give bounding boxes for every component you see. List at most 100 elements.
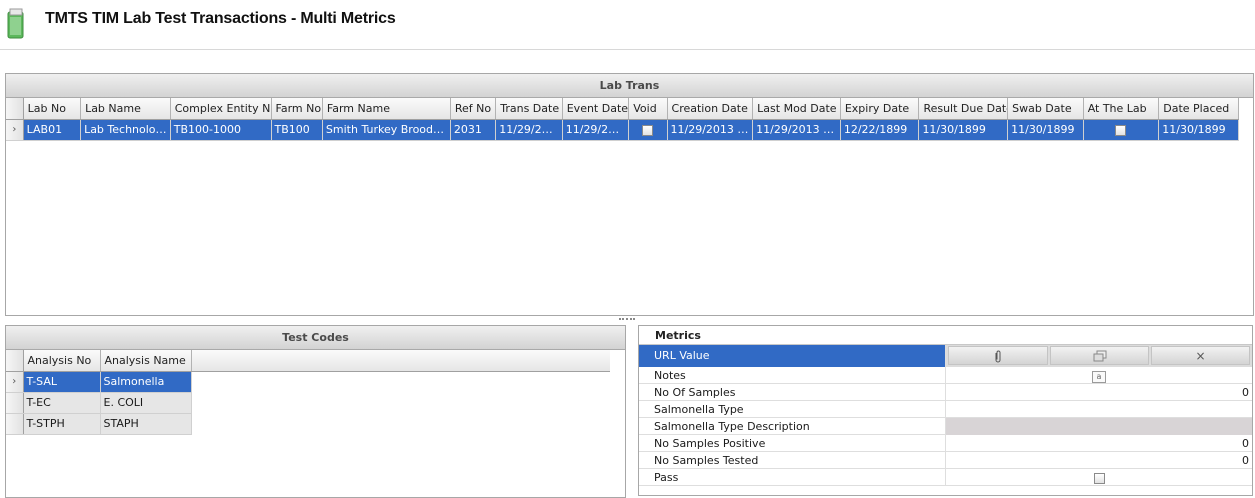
- metric-row-url-value[interactable]: URL Value ×: [639, 345, 1252, 367]
- cell-filler: [191, 392, 610, 413]
- col-date-placed[interactable]: Date Placed: [1158, 98, 1239, 120]
- no-of-samples-value[interactable]: 0: [946, 384, 1252, 401]
- cell-complex-entity-no[interactable]: TB100-1000: [170, 119, 272, 141]
- cell-ref-no[interactable]: 2031: [450, 119, 497, 141]
- col-expiry-date[interactable]: Expiry Date: [840, 98, 920, 120]
- document-icon: [7, 8, 24, 39]
- cell-analysis-name[interactable]: E. COLI: [100, 392, 192, 414]
- cell-void[interactable]: [628, 119, 668, 141]
- col-farm-no[interactable]: Farm No: [271, 98, 323, 120]
- cell-analysis-no[interactable]: T-STPH: [23, 413, 101, 435]
- metric-label: Salmonella Type: [639, 401, 946, 418]
- row-header-corner: [6, 350, 24, 372]
- col-swab-date[interactable]: Swab Date: [1007, 98, 1084, 120]
- metric-row-salmonella-type[interactable]: Salmonella Type: [639, 401, 1252, 418]
- metric-label: No Samples Tested: [639, 452, 946, 469]
- col-last-mod-date[interactable]: Last Mod Date: [752, 98, 841, 120]
- at-the-lab-checkbox[interactable]: [1115, 124, 1127, 136]
- col-ref-no[interactable]: Ref No: [450, 98, 497, 120]
- clear-icon[interactable]: ×: [1151, 346, 1250, 365]
- row-pointer-icon: ›: [12, 376, 17, 387]
- metric-label: Salmonella Type Description: [639, 418, 946, 435]
- row-indicator[interactable]: ›: [6, 371, 24, 393]
- lab-trans-header-row: Lab No Lab Name Complex Entity No Farm N…: [6, 98, 1239, 120]
- url-value-editor[interactable]: ×: [946, 345, 1252, 367]
- page-title: TMTS TIM Lab Test Transactions - Multi M…: [45, 10, 396, 27]
- col-lab-name[interactable]: Lab Name: [80, 98, 171, 120]
- col-event-date[interactable]: Event Date: [562, 98, 630, 120]
- cell-trans-date[interactable]: 11/29/2013: [495, 119, 563, 141]
- cell-lab-no[interactable]: LAB01: [23, 119, 82, 141]
- cell-filler: [191, 371, 610, 392]
- metric-label: Notes: [639, 367, 946, 384]
- col-at-the-lab[interactable]: At The Lab: [1083, 98, 1160, 120]
- metric-row-salmonella-type-description: Salmonella Type Description: [639, 418, 1252, 435]
- table-row[interactable]: › LAB01 Lab Technologies TB100-1000 TB10…: [6, 119, 1239, 141]
- cell-analysis-name[interactable]: STAPH: [100, 413, 192, 435]
- paperclip-icon[interactable]: [948, 346, 1048, 365]
- metric-row-pass[interactable]: Pass: [639, 469, 1252, 486]
- pass-checkbox[interactable]: [1093, 472, 1105, 484]
- salmonella-type-description-value: [946, 418, 1252, 435]
- no-samples-tested-value[interactable]: 0: [946, 452, 1252, 469]
- cell-analysis-no[interactable]: T-EC: [23, 392, 101, 414]
- lab-trans-grid: Lab No Lab Name Complex Entity No Farm N…: [6, 98, 1239, 141]
- cell-date-placed[interactable]: 11/30/1899: [1158, 119, 1239, 141]
- page-header: TMTS TIM Lab Test Transactions - Multi M…: [0, 0, 1255, 50]
- metric-label: URL Value: [639, 345, 946, 367]
- col-trans-date[interactable]: Trans Date: [495, 98, 563, 120]
- col-creation-date[interactable]: Creation Date: [667, 98, 754, 120]
- table-row[interactable]: T-STPH STAPH: [6, 413, 610, 435]
- cell-analysis-name[interactable]: Salmonella: [100, 371, 192, 393]
- test-codes-grid: Analysis No Analysis Name › T-SAL Salmon…: [6, 350, 610, 435]
- cell-result-due-date[interactable]: 11/30/1899: [918, 119, 1009, 141]
- cell-at-the-lab[interactable]: [1083, 119, 1160, 141]
- row-pointer-icon: ›: [12, 124, 17, 135]
- metric-row-notes[interactable]: Notes a: [639, 367, 1252, 384]
- cell-creation-date[interactable]: 11/29/2013 3...: [667, 119, 754, 141]
- cell-last-mod-date[interactable]: 11/29/2013 3:...: [752, 119, 841, 141]
- test-codes-caption: Test Codes: [6, 326, 625, 350]
- cell-swab-date[interactable]: 11/30/1899: [1007, 119, 1084, 141]
- metric-row-no-of-samples[interactable]: No Of Samples 0: [639, 384, 1252, 401]
- text-editor-icon[interactable]: a: [1092, 371, 1106, 383]
- cell-event-date[interactable]: 11/29/2013: [562, 119, 630, 141]
- metric-row-no-samples-tested[interactable]: No Samples Tested 0: [639, 452, 1252, 469]
- col-analysis-name[interactable]: Analysis Name: [100, 350, 192, 372]
- table-row[interactable]: T-EC E. COLI: [6, 392, 610, 414]
- metrics-panel: Metrics URL Value × Notes a No Of Sample…: [638, 325, 1253, 496]
- metrics-title: Metrics: [639, 326, 1252, 345]
- col-farm-name[interactable]: Farm Name: [322, 98, 451, 120]
- col-void[interactable]: Void: [628, 98, 668, 120]
- metric-label: No Of Samples: [639, 384, 946, 401]
- row-header-corner: [6, 98, 24, 120]
- col-lab-no[interactable]: Lab No: [23, 98, 82, 120]
- cell-lab-name[interactable]: Lab Technologies: [80, 119, 171, 141]
- cell-farm-name[interactable]: Smith Turkey Brood Farm: [322, 119, 451, 141]
- row-indicator[interactable]: ›: [6, 119, 24, 141]
- row-indicator[interactable]: [6, 413, 24, 435]
- table-row[interactable]: › T-SAL Salmonella: [6, 371, 610, 393]
- cell-expiry-date[interactable]: 12/22/1899: [840, 119, 920, 141]
- cell-farm-no[interactable]: TB100: [271, 119, 323, 141]
- test-codes-panel: Test Codes Analysis No Analysis Name › T…: [5, 325, 626, 498]
- splitter-grip[interactable]: [619, 318, 635, 321]
- col-analysis-no[interactable]: Analysis No: [23, 350, 101, 372]
- void-checkbox[interactable]: [642, 124, 654, 136]
- pass-value[interactable]: [946, 469, 1252, 486]
- col-result-due-date[interactable]: Result Due Date: [918, 98, 1009, 120]
- metric-label: No Samples Positive: [639, 435, 946, 452]
- lab-trans-panel: Lab Trans Lab No Lab Name Complex Entity…: [5, 73, 1254, 316]
- test-codes-header-row: Analysis No Analysis Name: [6, 350, 610, 372]
- metric-label: Pass: [639, 469, 946, 486]
- no-samples-positive-value[interactable]: 0: [946, 435, 1252, 452]
- metric-row-no-samples-positive[interactable]: No Samples Positive 0: [639, 435, 1252, 452]
- col-complex-entity-no[interactable]: Complex Entity No: [170, 98, 272, 120]
- notes-editor[interactable]: a: [946, 367, 1252, 384]
- row-indicator[interactable]: [6, 392, 24, 414]
- open-link-icon[interactable]: [1050, 346, 1149, 365]
- lab-trans-caption: Lab Trans: [6, 74, 1253, 98]
- cell-analysis-no[interactable]: T-SAL: [23, 371, 101, 393]
- cell-filler: [191, 413, 610, 434]
- salmonella-type-value[interactable]: [946, 401, 1252, 418]
